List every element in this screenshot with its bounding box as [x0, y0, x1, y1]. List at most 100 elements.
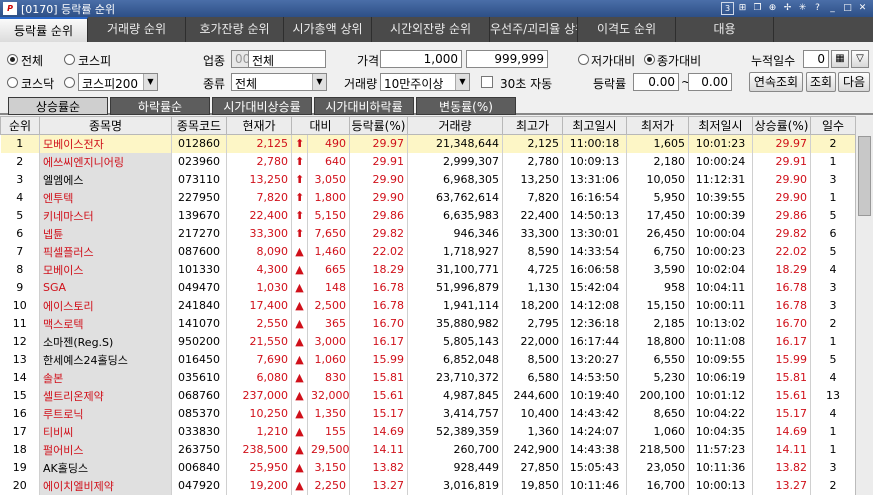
- high-cell: 33,300: [502, 224, 563, 243]
- subtab-open-rise[interactable]: 시가대비상승률: [212, 97, 312, 115]
- col-code[interactable]: 종목코드: [171, 116, 227, 135]
- radio-vs-close[interactable]: [644, 54, 655, 65]
- table-row[interactable]: 18 펄어비스 263750 238,500 ▲ 29,500 14.11 260,700 24…: [0, 440, 856, 459]
- col-days[interactable]: 일수: [810, 116, 856, 135]
- col-low[interactable]: 최저가: [626, 116, 689, 135]
- arrow-icon: ▲: [291, 296, 308, 315]
- tab-rate-rank[interactable]: 등락률 순위: [0, 17, 88, 42]
- price-to-input[interactable]: 999,999: [466, 50, 548, 68]
- subtab-open-fall[interactable]: 시가대비하락률: [314, 97, 414, 115]
- radio-kospi200[interactable]: [64, 77, 75, 88]
- price-from-input[interactable]: 1,000: [380, 50, 462, 68]
- link-icon[interactable]: ⊞: [736, 2, 749, 15]
- vertical-scrollbar[interactable]: [855, 116, 873, 495]
- zoom-icon[interactable]: ⊕: [766, 2, 779, 15]
- col-volume[interactable]: 거래량: [407, 116, 503, 135]
- low-cell: 2,180: [626, 152, 689, 171]
- change-cell: 1,460: [307, 242, 350, 261]
- help-icon[interactable]: ?: [811, 2, 824, 15]
- table-row[interactable]: 11 맥스로텍 141070 2,550 ▲ 365 16.70 35,880,982 2,79…: [0, 314, 856, 333]
- days-cell: 1: [810, 440, 856, 459]
- table-row[interactable]: 20 에이치엘비제약 047920 19,200 ▲ 2,250 13.27 3,016,81…: [0, 476, 856, 495]
- industry-name-input[interactable]: 전체: [248, 50, 326, 68]
- high-time-cell: 15:05:43: [562, 458, 627, 477]
- scrollbar-thumb[interactable]: [858, 136, 871, 216]
- table-row[interactable]: 14 솔본 035610 6,080 ▲ 830 15.81 23,710,372 6,580 1…: [0, 368, 856, 387]
- low-cell: 15,150: [626, 296, 689, 315]
- days-cell: 1: [810, 332, 856, 351]
- next-button[interactable]: 다음: [838, 72, 870, 92]
- table-row[interactable]: 5 키네마스터 139670 22,400 ⬆ 5,150 29.86 6,635,983 22…: [0, 206, 856, 225]
- table-row[interactable]: 8 모베이스 101330 4,300 ▲ 665 18.29 31,100,771 4,725…: [0, 260, 856, 279]
- calendar-icon[interactable]: ▦: [831, 50, 849, 68]
- page-count-badge[interactable]: 3: [721, 2, 734, 15]
- col-low-time[interactable]: 최저일시: [688, 116, 753, 135]
- auto-refresh-checkbox[interactable]: [481, 76, 493, 88]
- cum-days-input[interactable]: 0: [803, 50, 829, 68]
- table-row[interactable]: 9 SGA 049470 1,030 ▲ 148 16.78 51,996,879 1,130 1…: [0, 278, 856, 297]
- tab-preferred-top[interactable]: 우선주/괴리율 상위: [490, 17, 578, 42]
- table-row[interactable]: 3 엘엠에스 073110 13,250 ⬆ 3,050 29.90 6,968,305 13,…: [0, 170, 856, 189]
- rise-rate-cell: 15.81: [752, 368, 811, 387]
- col-high-time[interactable]: 최고일시: [562, 116, 627, 135]
- continuous-query-button[interactable]: 연속조회: [749, 72, 803, 92]
- subtab-rise-rate[interactable]: 상승률순: [8, 97, 108, 115]
- volume-cell: 3,016,819: [407, 476, 503, 495]
- table-row[interactable]: 12 소마젠(Reg.S) 950200 21,550 ▲ 3,000 16.17 5,805…: [0, 332, 856, 351]
- tab-substitute[interactable]: 대용: [676, 17, 774, 42]
- radio-kospi[interactable]: [64, 54, 75, 65]
- col-name[interactable]: 종목명: [39, 116, 172, 135]
- volume-cell: 1,718,927: [407, 242, 503, 261]
- query-button[interactable]: 조회: [806, 72, 836, 92]
- table-row[interactable]: 17 티비씨 033830 1,210 ▲ 155 14.69 52,389,359 1,360…: [0, 422, 856, 441]
- change-cell: 3,050: [307, 170, 350, 189]
- copy-icon[interactable]: ❐: [751, 2, 764, 15]
- rate-cell: 29.82: [349, 224, 408, 243]
- kospi200-select[interactable]: 코스피200 ▼: [78, 73, 158, 91]
- close-icon[interactable]: ✕: [856, 2, 869, 15]
- tab-afterhours-rank[interactable]: 시간외잔량 순위: [372, 17, 490, 42]
- table-row[interactable]: 16 루트로닉 085370 10,250 ▲ 1,350 15.17 3,414,757 10…: [0, 404, 856, 423]
- table-row[interactable]: 6 넵튠 217270 33,300 ⬆ 7,650 29.82 946,346 33,300 1…: [0, 224, 856, 243]
- days-cell: 2: [810, 476, 856, 495]
- radio-kosdaq[interactable]: [7, 77, 18, 88]
- col-change[interactable]: 대비: [291, 116, 350, 135]
- type-select[interactable]: 전체 ▼: [231, 73, 327, 91]
- volume-cell: 5,805,143: [407, 332, 503, 351]
- table-row[interactable]: 7 픽셀플러스 087600 8,090 ▲ 1,460 22.02 1,718,927 8,5…: [0, 242, 856, 261]
- rate-from-input[interactable]: 0.00: [633, 73, 679, 91]
- tab-orderbook-rank[interactable]: 호가잔량 순위: [186, 17, 284, 42]
- table-row[interactable]: 2 에쓰씨엔지니어링 023960 2,780 ⬆ 640 29.91 2,999,307 2,…: [0, 152, 856, 171]
- table-row[interactable]: 13 한세예스24홀딩스 016450 7,690 ▲ 1,060 15.99 6,852,0…: [0, 350, 856, 369]
- tab-disparity-rank[interactable]: 이격도 순위: [578, 17, 676, 42]
- tab-marketcap-top[interactable]: 시가총액 상위: [284, 17, 372, 42]
- volume-select[interactable]: 10만주이상 ▼: [380, 73, 470, 91]
- col-rank[interactable]: 순위: [0, 116, 40, 135]
- low-cell: 5,230: [626, 368, 689, 387]
- low-cell: 958: [626, 278, 689, 297]
- rise-rate-cell: 29.90: [752, 170, 811, 189]
- pin-icon[interactable]: ✢: [781, 2, 794, 15]
- days-cell: 3: [810, 170, 856, 189]
- col-rise-rate[interactable]: 상승률(%): [752, 116, 811, 135]
- col-high[interactable]: 최고가: [502, 116, 563, 135]
- table-row[interactable]: 10 에이스토리 241840 17,400 ▲ 2,500 16.78 1,941,114 1…: [0, 296, 856, 315]
- radio-vs-low[interactable]: [578, 54, 589, 65]
- table-row[interactable]: 19 AK홀딩스 006840 25,950 ▲ 3,150 13.82 928,449 27,…: [0, 458, 856, 477]
- filter-icon[interactable]: ▽: [851, 50, 869, 68]
- minimize-icon[interactable]: _: [826, 2, 839, 15]
- high-time-cell: 14:33:54: [562, 242, 627, 261]
- radio-all[interactable]: [7, 54, 18, 65]
- col-rate[interactable]: 등락률(%): [349, 116, 408, 135]
- subtab-volatility[interactable]: 변동률(%): [416, 97, 516, 115]
- chevron-down-icon: ▼: [455, 74, 469, 90]
- maximize-icon[interactable]: □: [841, 2, 854, 15]
- subtab-fall-rate[interactable]: 하락률순: [110, 97, 210, 115]
- col-price[interactable]: 현재가: [226, 116, 292, 135]
- table-row[interactable]: 4 엔투텍 227950 7,820 ⬆ 1,800 29.90 63,762,614 7,82…: [0, 188, 856, 207]
- table-row[interactable]: 15 셀트리온제약 068760 237,000 ▲ 32,000 15.61 4,987,8…: [0, 386, 856, 405]
- settings-icon[interactable]: ✳: [796, 2, 809, 15]
- tab-volume-rank[interactable]: 거래량 순위: [88, 17, 186, 42]
- table-row[interactable]: 1 모베이스전자 012860 2,125 ⬆ 490 29.97 21,348,644 2,1…: [0, 134, 856, 153]
- rate-to-input[interactable]: 0.00: [688, 73, 732, 91]
